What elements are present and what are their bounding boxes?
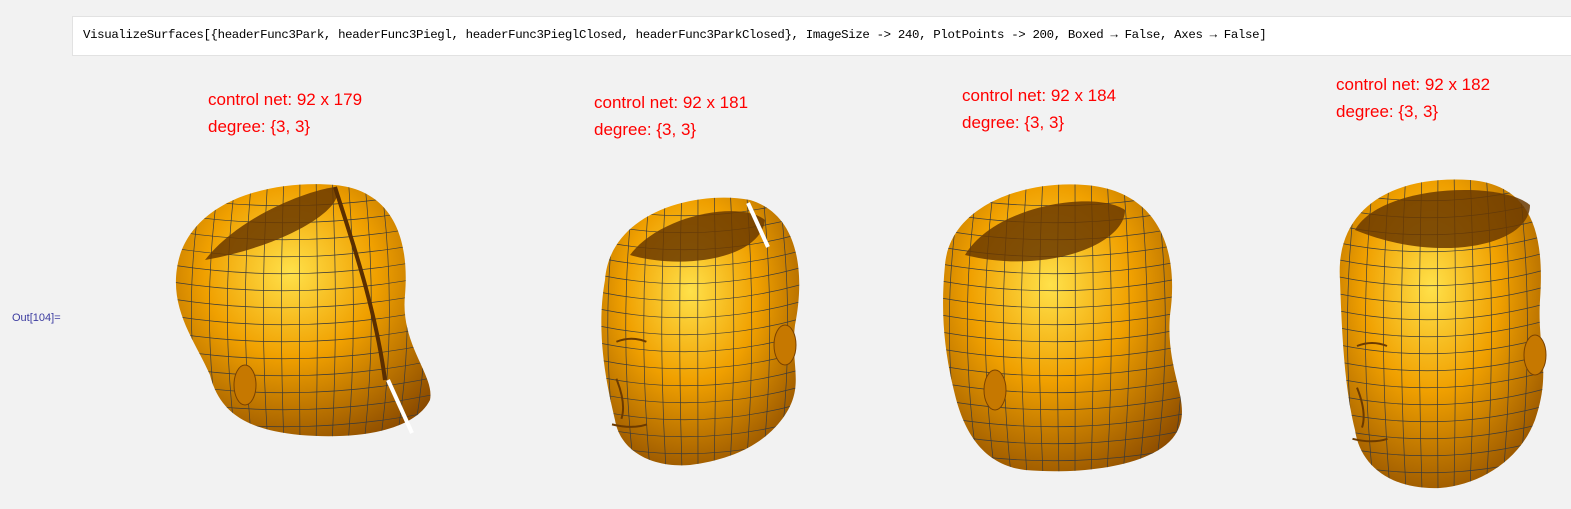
control-net-label: control net: 92 x 184 bbox=[962, 86, 1117, 105]
head-surface-plot-4[interactable] bbox=[1330, 170, 1555, 490]
degree-label: degree: {3, 3} bbox=[962, 113, 1065, 132]
plot-4-caption: control net: 92 x 182 degree: {3, 3} bbox=[1336, 71, 1490, 125]
control-net-label: control net: 92 x 179 bbox=[208, 90, 363, 109]
degree-label: degree: {3, 3} bbox=[1336, 102, 1439, 121]
head-surface-plot-2[interactable] bbox=[590, 185, 810, 470]
head-surface-plot-3[interactable] bbox=[935, 175, 1210, 475]
ear bbox=[773, 324, 797, 366]
input-code[interactable]: VisualizeSurfaces[{headerFunc3Park, head… bbox=[83, 28, 1267, 42]
plot-1-caption: control net: 92 x 179 degree: {3, 3} bbox=[208, 86, 362, 140]
plot-2-caption: control net: 92 x 181 degree: {3, 3} bbox=[594, 89, 748, 143]
degree-label: degree: {3, 3} bbox=[594, 120, 697, 139]
ear bbox=[983, 369, 1007, 411]
ear bbox=[1523, 334, 1547, 376]
input-cell[interactable]: VisualizeSurfaces[{headerFunc3Park, head… bbox=[72, 16, 1571, 56]
degree-label: degree: {3, 3} bbox=[208, 117, 311, 136]
ear bbox=[233, 364, 257, 406]
control-net-label: control net: 92 x 182 bbox=[1336, 75, 1491, 94]
control-net-label: control net: 92 x 181 bbox=[594, 93, 749, 112]
head-surface-plot-1[interactable] bbox=[160, 175, 450, 445]
plot-3-caption: control net: 92 x 184 degree: {3, 3} bbox=[962, 82, 1116, 136]
output-label: Out[104]= bbox=[12, 312, 61, 324]
